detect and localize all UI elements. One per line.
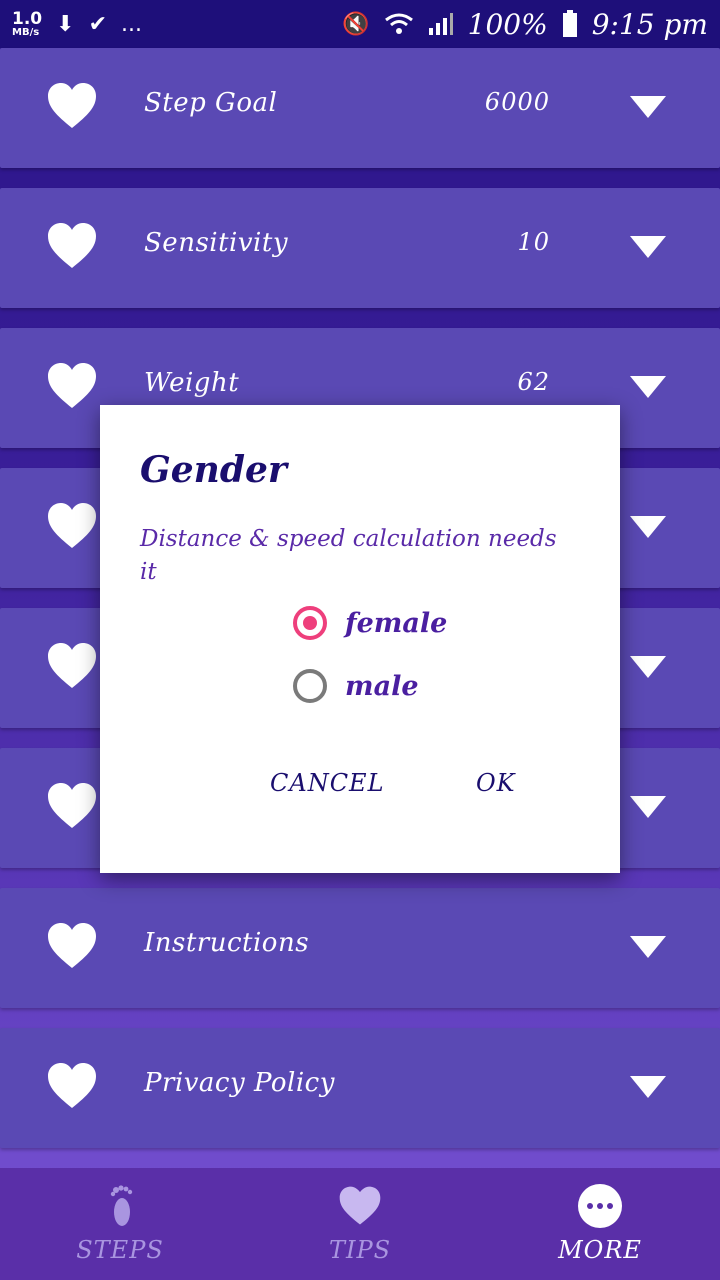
dropdown-arrow-icon[interactable] [630, 96, 666, 118]
heart-icon [48, 1063, 96, 1108]
setting-row-instructions[interactable]: Instructions [0, 888, 720, 1008]
nav-label: TIPS [328, 1236, 392, 1264]
gender-option-female[interactable]: female [293, 601, 447, 645]
nav-item-more[interactable]: MORE [480, 1168, 720, 1280]
gender-dialog: Gender Distance & speed calculation need… [100, 405, 620, 873]
radio-selected-icon[interactable] [293, 606, 327, 640]
setting-label: Privacy Policy [144, 1068, 335, 1098]
battery-percent: 100% [467, 7, 548, 41]
cancel-button[interactable]: CANCEL [270, 769, 385, 797]
dialog-message: Distance & speed calculation needs it [140, 526, 557, 585]
option-label[interactable]: male [345, 671, 419, 702]
clock: 9:15 pm [591, 7, 708, 41]
dropdown-arrow-icon[interactable] [630, 936, 666, 958]
setting-label: Weight [144, 368, 240, 398]
dropdown-arrow-icon[interactable] [630, 796, 666, 818]
setting-value: 10 [517, 228, 550, 256]
option-label[interactable]: female [345, 608, 447, 639]
heart-icon [48, 783, 96, 828]
network-speed: 1.0 MB/s [12, 8, 43, 38]
heart-icon [48, 83, 96, 128]
nav-label: MORE [558, 1236, 642, 1264]
download-icon: ⬇ [56, 11, 75, 37]
ok-button[interactable]: OK [476, 769, 516, 797]
heart-icon [48, 923, 96, 968]
heart-icon [48, 643, 96, 688]
more-icon [578, 1184, 622, 1228]
wifi-icon [384, 13, 413, 34]
setting-value: 62 [517, 368, 550, 396]
setting-label: Step Goal [144, 88, 278, 118]
nav-item-tips[interactable]: TIPS [240, 1168, 480, 1280]
nav-item-steps[interactable]: STEPS [0, 1168, 240, 1280]
gender-option-male[interactable]: male [293, 664, 419, 708]
setting-row-sensitivity[interactable]: Sensitivity 10 [0, 188, 720, 308]
setting-row-step-goal[interactable]: Step Goal 6000 [0, 48, 720, 168]
heart-icon [48, 363, 96, 408]
signal-icon [428, 13, 453, 35]
setting-value: 6000 [484, 88, 550, 116]
dropdown-arrow-icon[interactable] [630, 1076, 666, 1098]
dialog-title: Gender [140, 449, 287, 491]
setting-row-privacy-policy[interactable]: Privacy Policy [0, 1028, 720, 1148]
dropdown-arrow-icon[interactable] [630, 656, 666, 678]
network-speed-value: 1.0 [12, 8, 43, 29]
radio-unselected-icon[interactable] [293, 669, 327, 703]
nav-label: STEPS [76, 1236, 164, 1264]
heart-icon [48, 223, 96, 268]
dropdown-arrow-icon[interactable] [630, 516, 666, 538]
dropdown-arrow-icon[interactable] [630, 376, 666, 398]
more-notifications: ... [121, 11, 142, 37]
heart-icon [339, 1186, 381, 1225]
heart-icon [48, 503, 96, 548]
battery-icon [562, 10, 577, 37]
task-check-icon: ✔ [88, 11, 107, 37]
setting-label: Sensitivity [144, 228, 289, 258]
mute-icon: 🔇 [342, 11, 370, 37]
setting-label: Instructions [144, 928, 310, 958]
dropdown-arrow-icon[interactable] [630, 236, 666, 258]
status-bar: 1.0 MB/s ⬇ ✔ ... 🔇 100% 9:15 pm [0, 0, 720, 48]
network-speed-unit: MB/s [12, 26, 40, 38]
bottom-navigation: STEPS TIPS MORE [0, 1168, 720, 1280]
footprint-icon [110, 1185, 133, 1226]
